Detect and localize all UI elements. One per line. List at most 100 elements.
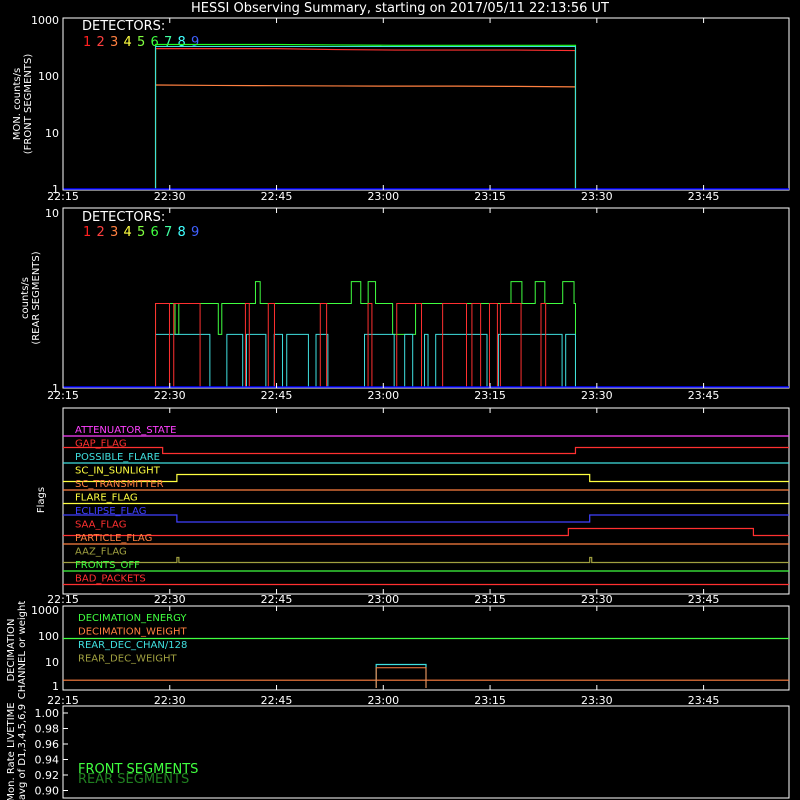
panel1-detectors-label: DETECTORS: [82, 19, 165, 34]
time-tick-label: 23:00 [367, 190, 399, 203]
panel1-ytick-1000: 1000 [31, 14, 59, 27]
livetime-ytick: 0.92 [35, 769, 60, 782]
detector-number: 2 [97, 225, 105, 240]
panel4-ytick-1000: 1000 [31, 604, 59, 617]
flag-label: AAZ_FLAG [75, 547, 127, 558]
time-tick-label: 22:15 [47, 190, 79, 203]
front-flux-line [154, 43, 577, 189]
flag-line [63, 514, 789, 523]
time-tick-label: 23:15 [474, 190, 506, 203]
panel4-ytick-10: 10 [45, 656, 59, 669]
detector-number: 9 [191, 35, 199, 50]
detector-number: 9 [191, 225, 199, 240]
detector-number: 6 [151, 35, 159, 50]
time-tick-label: 23:15 [474, 593, 506, 606]
decimation-legend-entry: REAR_DEC_CHAN/128 [78, 640, 187, 651]
panel2-ylabel2: (REAR SEGMENTS) [31, 251, 42, 344]
time-tick-label: 22:15 [47, 694, 79, 707]
flag-label: BAD_PACKETS [75, 574, 146, 585]
front-flux-line [155, 84, 576, 88]
time-tick-label: 23:15 [474, 389, 506, 402]
panel3-ylabel: Flags [36, 487, 47, 513]
detector-number: 4 [124, 225, 132, 240]
panel4-ylabel: DECIMATION [6, 618, 17, 681]
flag-line [63, 527, 789, 537]
flag-label: ATTENUATOR_STATE [75, 425, 176, 436]
panel2-series [155, 281, 576, 388]
livetime-ytick: 0.96 [35, 738, 60, 751]
flag-label: POSSIBLE_FLARE [75, 452, 160, 463]
front-flux-line-cyan [155, 46, 576, 189]
livetime-ytick: 0.98 [35, 723, 60, 736]
time-tick-label: 23:00 [367, 389, 399, 402]
flag-line [63, 556, 789, 564]
livetime-ytick: 0.94 [35, 754, 60, 767]
front-flux-line [154, 48, 577, 189]
livetime-ytick: 0.90 [35, 785, 60, 798]
panel2-ylabel: counts/s [20, 277, 31, 319]
time-tick-label: 22:45 [261, 389, 293, 402]
panel2-detector-numbers: 123456789 [83, 225, 199, 240]
time-tick-label: 22:30 [154, 190, 186, 203]
panel2-ytick-10: 10 [45, 207, 59, 220]
panel1-ytick-10: 10 [45, 127, 59, 140]
detector-number: 5 [137, 35, 145, 50]
decimation-legend-entry: REAR_DEC_WEIGHT [78, 654, 177, 665]
panel-rear-flux: counts/s (REAR SEGMENTS) 10 1 DETECTORS:… [20, 207, 790, 395]
panel1-detector-numbers: 123456789 [83, 35, 199, 50]
panel4-ytick-100: 100 [38, 630, 59, 643]
time-tick-label: 23:30 [581, 389, 613, 402]
panel1-ylabel: MON. counts/s [12, 68, 23, 140]
panel1-ytick-100: 100 [38, 70, 59, 83]
time-tick-label: 22:45 [261, 593, 293, 606]
time-axis-3: 22:15 22:30 22:45 23:00 23:15 23:30 23:45 [47, 408, 719, 606]
time-tick-label: 23:15 [474, 694, 506, 707]
panel1-ylabel2: (FRONT SEGMENTS) [23, 54, 34, 155]
time-tick-label: 23:30 [581, 593, 613, 606]
panel-decimation: DECIMATION CHANNEL or weight 1000 100 10… [6, 601, 790, 700]
flag-line [63, 473, 789, 483]
detector-number: 4 [124, 35, 132, 50]
time-tick-label: 23:45 [688, 190, 720, 203]
panel5-ylabel2: avg of D1,3,4,5,6,9 [17, 704, 28, 800]
time-axis-2: 22:15 22:30 22:45 23:00 23:15 23:30 23:45 [47, 208, 719, 402]
time-tick-label: 23:45 [688, 593, 720, 606]
time-tick-label: 23:00 [367, 593, 399, 606]
flag-line [63, 446, 789, 455]
panel5-legend: FRONT SEGMENTSREAR SEGMENTS [78, 762, 198, 787]
detector-number: 5 [137, 225, 145, 240]
detector-number: 8 [178, 225, 186, 240]
panel-flags: Flags ATTENUATOR_STATEGAP_FLAGPOSSIBLE_F… [36, 407, 790, 595]
plot-title: HESSI Observing Summary, starting on 201… [191, 1, 609, 16]
detector-number: 3 [110, 225, 118, 240]
detector-number: 2 [97, 35, 105, 50]
detector-number: 8 [178, 35, 186, 50]
livetime-ytick: 1.00 [35, 707, 60, 720]
time-tick-label: 23:45 [688, 694, 720, 707]
panel5-ylabel: Mon. Rate LIVETIME [6, 702, 17, 800]
flag-label: FRONTS_OFF [75, 560, 140, 571]
time-tick-label: 23:45 [688, 389, 720, 402]
detector-number: 6 [151, 225, 159, 240]
flag-label: SC_TRANSMITTER [75, 479, 164, 490]
detector-number: 7 [164, 35, 172, 50]
time-tick-label: 22:30 [154, 694, 186, 707]
panel4-ylabel2: CHANNEL or weight [17, 601, 28, 700]
panel-livetime: Mon. Rate LIVETIME avg of D1,3,4,5,6,9 1… [6, 702, 790, 800]
detector-number: 1 [83, 35, 91, 50]
time-tick-label: 23:30 [581, 190, 613, 203]
livetime-legend-entry: REAR SEGMENTS [78, 772, 189, 787]
panel4-ytick-1: 1 [52, 680, 59, 693]
decimation-legend-entry: DECIMATION_ENERGY [78, 613, 187, 624]
panel-front-flux: MON. counts/s (FRONT SEGMENTS) 1000 100 … [12, 14, 790, 196]
time-tick-label: 22:45 [261, 694, 293, 707]
detector-number: 1 [83, 225, 91, 240]
rear-flux-line [155, 333, 576, 388]
panel1-series [154, 43, 577, 189]
flag-label: SAA_FLAG [75, 520, 126, 531]
flag-label: FLARE_FLAG [75, 493, 138, 504]
flag-label: SC_IN_SUNLIGHT [75, 466, 161, 477]
hessi-summary-plot: HESSI Observing Summary, starting on 201… [6, 1, 790, 800]
detector-number: 3 [110, 35, 118, 50]
time-tick-label: 23:30 [581, 694, 613, 707]
